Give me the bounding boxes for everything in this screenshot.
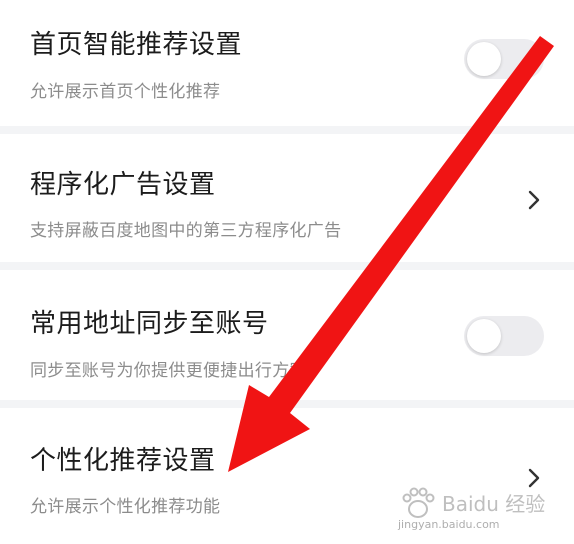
watermark-url: jingyan.baidu.com: [398, 518, 500, 531]
setting-description: 同步至账号为你提供更便捷出行方案: [30, 361, 307, 381]
setting-row-homepage-recommendation[interactable]: 首页智能推荐设置 允许展示首页个性化推荐: [0, 0, 574, 126]
setting-row-address-sync[interactable]: 常用地址同步至账号 同步至账号为你提供更便捷出行方案: [0, 270, 574, 400]
address-sync-toggle[interactable]: [464, 316, 544, 356]
toggle-knob: [467, 319, 501, 353]
setting-title: 个性化推荐设置: [30, 446, 216, 476]
setting-description: 允许展示首页个性化推荐: [30, 82, 221, 102]
setting-title: 首页智能推荐设置: [30, 30, 243, 60]
watermark-brand: Baidu 经验: [442, 492, 546, 516]
paw-logo-icon: [402, 487, 435, 518]
setting-row-programmatic-ads[interactable]: 程序化广告设置 支持屏蔽百度地图中的第三方程序化广告: [0, 134, 574, 262]
setting-description: 支持屏蔽百度地图中的第三方程序化广告: [30, 221, 342, 241]
setting-title: 程序化广告设置: [30, 170, 216, 200]
settings-list: 首页智能推荐设置 允许展示首页个性化推荐 程序化广告设置 支持屏蔽百度地图中的第…: [0, 0, 574, 544]
homepage-recommendation-toggle[interactable]: [464, 39, 544, 79]
chevron-right-icon: [528, 190, 540, 210]
setting-description: 允许展示个性化推荐功能: [30, 497, 221, 517]
toggle-knob: [467, 42, 501, 76]
baidu-jingyan-watermark: Baidu 经验 jingyan.baidu.com: [398, 486, 548, 536]
setting-title: 常用地址同步至账号: [30, 309, 269, 339]
